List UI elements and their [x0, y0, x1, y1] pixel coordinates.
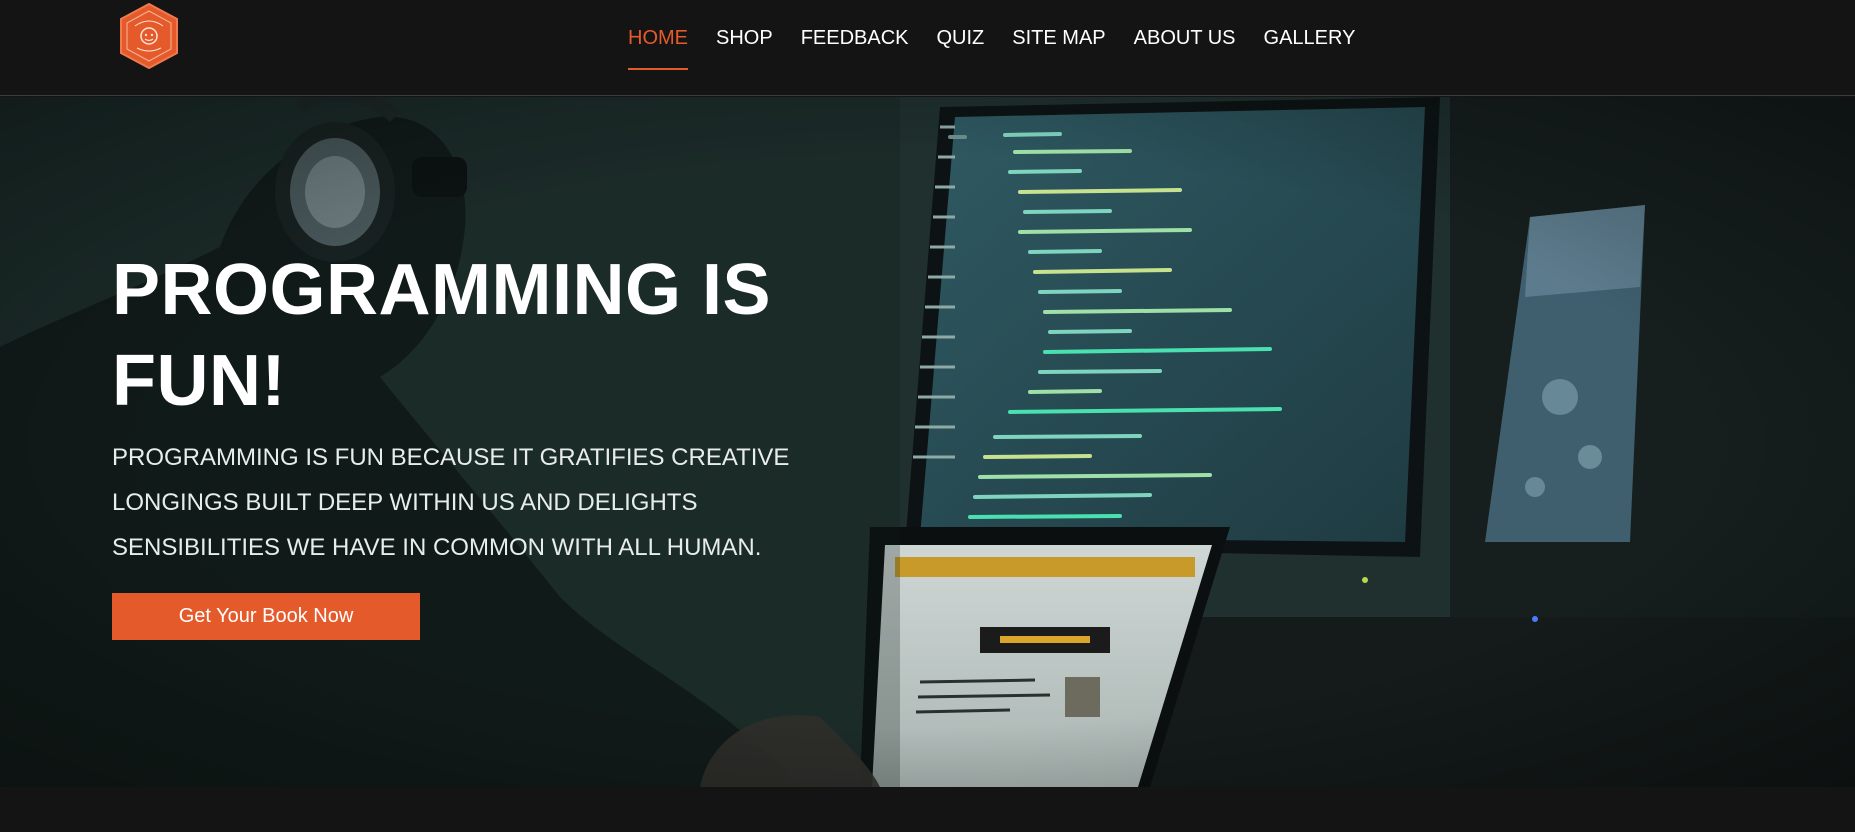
nav-home[interactable]: HOME — [628, 24, 688, 70]
hero-description: PROGRAMMING IS FUN BECAUSE IT GRATIFIES … — [112, 444, 790, 561]
get-book-button[interactable]: Get Your Book Now — [112, 593, 420, 640]
nav-about-us[interactable]: ABOUT US — [1134, 24, 1236, 64]
main-nav: HOME SHOP FEEDBACK QUIZ SITE MAP ABOUT U… — [628, 24, 1356, 70]
site-header: HOME SHOP FEEDBACK QUIZ SITE MAP ABOUT U… — [0, 0, 1855, 96]
nav-feedback[interactable]: FEEDBACK — [801, 24, 909, 64]
nav-site-map[interactable]: SITE MAP — [1012, 24, 1105, 64]
nav-gallery[interactable]: GALLERY — [1264, 24, 1356, 64]
nav-shop[interactable]: SHOP — [716, 24, 773, 64]
hero-section: PROGRAMMING IS FUN! PROGRAMMING IS FUN B… — [0, 97, 1855, 787]
logo-icon[interactable] — [117, 2, 181, 70]
nav-quiz[interactable]: QUIZ — [937, 24, 985, 64]
hero-title: PROGRAMMING IS FUN! — [112, 250, 772, 421]
page-bottom-band — [0, 787, 1855, 832]
